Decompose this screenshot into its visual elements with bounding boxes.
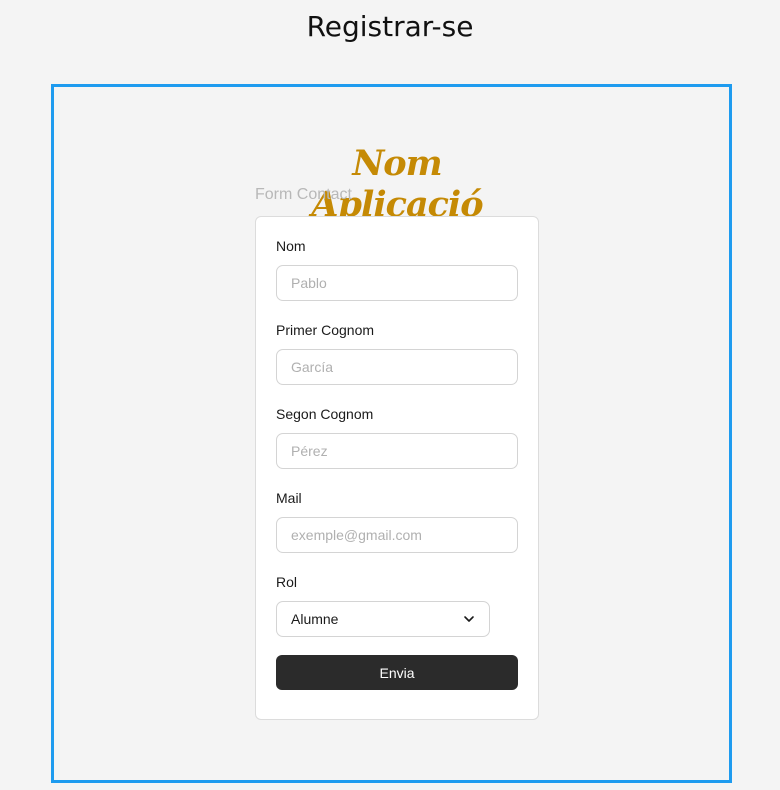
mail-input[interactable]	[276, 517, 518, 553]
submit-button[interactable]: Envia	[276, 655, 518, 690]
page-title: Registrar-se	[306, 10, 474, 43]
second-surname-label: Segon Cognom	[276, 406, 374, 422]
mail-label: Mail	[276, 490, 302, 506]
name-field-group: Nom	[276, 238, 518, 301]
second-surname-input[interactable]	[276, 433, 518, 469]
role-select[interactable]: Alumne	[276, 601, 490, 637]
name-input[interactable]	[276, 265, 518, 301]
second-surname-field-group: Segon Cognom	[276, 406, 518, 469]
form-caption: Form Contact	[255, 186, 352, 203]
app-name: Nom Aplicació	[311, 143, 483, 225]
form-card: Nom Primer Cognom Segon Cognom Mail Rol …	[255, 216, 539, 720]
first-surname-field-group: Primer Cognom	[276, 322, 518, 385]
first-surname-input[interactable]	[276, 349, 518, 385]
chevron-down-icon	[463, 615, 475, 623]
role-label: Rol	[276, 574, 298, 590]
registration-frame: Nom Aplicació Form Contact Nom Primer Co…	[51, 84, 732, 783]
name-label: Nom	[276, 238, 306, 254]
role-field-group: Rol Alumne	[276, 574, 490, 637]
first-surname-label: Primer Cognom	[276, 322, 375, 338]
mail-field-group: Mail	[276, 490, 518, 553]
role-selected-value: Alumne	[291, 611, 339, 627]
